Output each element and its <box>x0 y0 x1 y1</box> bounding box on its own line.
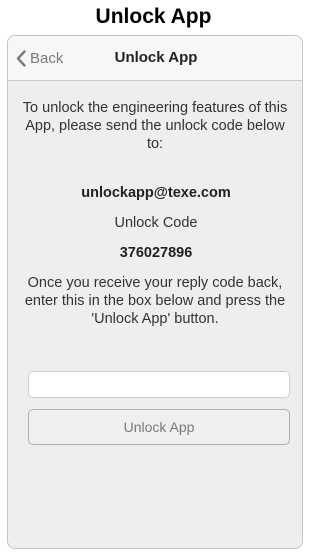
navigation-bar: Back Unlock App <box>8 36 302 81</box>
instructions-text: To unlock the engineering features of th… <box>22 100 288 152</box>
phone-screen: Back Unlock App To unlock the engineerin… <box>7 35 303 549</box>
unlock-code-value: 376027896 <box>119 245 193 261</box>
unlock-email: unlockapp@texe.com <box>81 185 231 201</box>
unlock-content: To unlock the engineering features of th… <box>8 81 302 548</box>
reply-code-input[interactable] <box>28 371 290 398</box>
reply-instructions-text: Once you receive your reply code back, e… <box>24 275 286 327</box>
page-title: Unlock App <box>114 49 198 66</box>
unlock-app-button[interactable]: Unlock App <box>28 409 290 445</box>
unlock-code-label: Unlock Code <box>114 215 198 231</box>
screenshot-caption: Unlock App <box>95 5 212 28</box>
